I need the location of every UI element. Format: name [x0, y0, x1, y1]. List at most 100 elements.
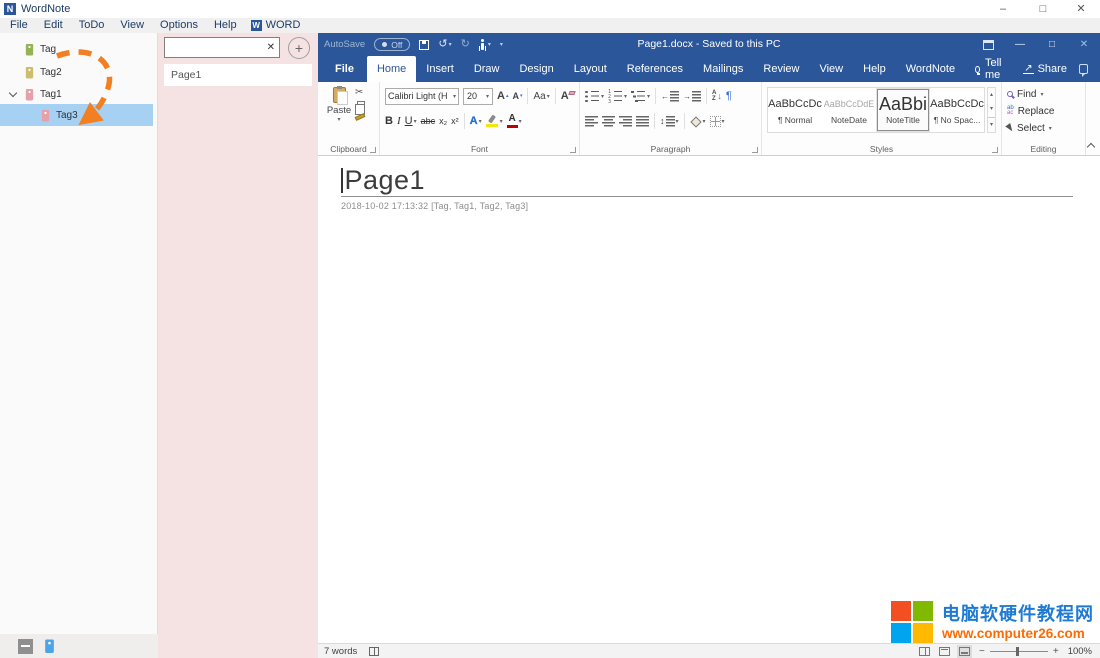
share-button[interactable]: ↗ Share	[1015, 63, 1075, 75]
increase-indent-button[interactable]: →	[683, 91, 701, 102]
tag-tree-item-tag1[interactable]: Tag1	[0, 83, 153, 105]
document-canvas[interactable]: Page1 2018-10-02 17:13:32 [Tag, Tag1, Ta…	[318, 157, 1100, 643]
cut-icon[interactable]: ✂	[355, 88, 365, 98]
zoom-out-button[interactable]: −	[979, 646, 985, 657]
subscript-button[interactable]: x₂	[439, 116, 447, 126]
tab-draw[interactable]: Draw	[464, 56, 510, 82]
menu-word[interactable]: W WORD	[245, 18, 307, 33]
multilevel-list-button[interactable]: ▾	[631, 90, 650, 102]
menu-file[interactable]: File	[2, 18, 36, 33]
superscript-button[interactable]: x²	[451, 116, 459, 126]
highlight-button[interactable]: ▾	[486, 115, 503, 127]
menu-edit[interactable]: Edit	[36, 18, 71, 33]
tab-layout[interactable]: Layout	[564, 56, 617, 82]
zoom-in-button[interactable]: +	[1053, 646, 1059, 657]
ribbon-display-options-icon[interactable]	[983, 40, 994, 50]
app-maximize-button[interactable]: □	[1030, 1, 1056, 17]
font-dialog-launcher-icon[interactable]	[570, 147, 576, 153]
add-page-button[interactable]: +	[288, 37, 310, 59]
replace-button[interactable]: abac Replace	[1007, 104, 1080, 118]
clear-formatting-button[interactable]: A	[561, 90, 569, 102]
style-notetitle-selected[interactable]: AaBbi NoteTitle	[877, 89, 929, 131]
align-left-button[interactable]	[585, 116, 598, 127]
expand-chevron-icon[interactable]	[9, 88, 17, 96]
line-spacing-button[interactable]: ↕▾	[660, 116, 679, 127]
search-box[interactable]: ✕	[164, 37, 280, 58]
comments-icon[interactable]	[1079, 64, 1088, 74]
menu-view[interactable]: View	[112, 18, 152, 33]
tell-me-box[interactable]: Tell me	[965, 57, 1015, 81]
touch-mode-caret-icon[interactable]: ▾	[488, 41, 491, 48]
save-icon[interactable]	[419, 40, 429, 50]
read-mode-icon[interactable]	[919, 647, 930, 656]
change-case-button[interactable]: Aa▾	[533, 91, 549, 102]
app-minimize-button[interactable]: –	[990, 1, 1016, 17]
touch-mode-icon[interactable]	[479, 39, 487, 50]
paste-button[interactable]: Paste ▾	[323, 86, 355, 141]
bold-button[interactable]: B	[385, 115, 393, 127]
tab-view[interactable]: View	[809, 56, 853, 82]
clipboard-dialog-launcher-icon[interactable]	[370, 147, 376, 153]
document-heading[interactable]: Page1	[345, 165, 426, 195]
copy-icon[interactable]	[357, 101, 365, 110]
style-normal[interactable]: AaBbCcDc ¶ Normal	[769, 89, 821, 131]
note-meta-line[interactable]: 2018-10-02 17:13:32 [Tag, Tag1, Tag2, Ta…	[341, 201, 1100, 211]
tag-tree-item-tag[interactable]: Tag	[0, 38, 153, 60]
style-nospacing[interactable]: AaBbCcDc ¶ No Spac...	[931, 89, 983, 131]
collapse-ribbon-icon[interactable]	[1087, 143, 1095, 151]
align-center-button[interactable]	[602, 116, 615, 127]
redo-icon[interactable]: ↻	[461, 39, 470, 50]
select-button[interactable]: Select ▾	[1007, 121, 1080, 135]
search-clear-icon[interactable]: ✕	[263, 42, 279, 53]
customize-qat-caret-icon[interactable]: ▾	[500, 41, 503, 48]
tab-wordnote[interactable]: WordNote	[896, 56, 965, 82]
bullets-button[interactable]: ▾	[585, 90, 604, 102]
zoom-slider-track[interactable]	[990, 651, 1048, 652]
tag-tree-item-tag3-selected[interactable]: Tag3	[0, 104, 153, 126]
remove-tag-button[interactable]	[18, 639, 33, 654]
align-right-button[interactable]	[619, 116, 632, 127]
tab-design[interactable]: Design	[509, 56, 563, 82]
page-list-item[interactable]: Page1	[164, 64, 312, 86]
styles-dialog-launcher-icon[interactable]	[992, 147, 998, 153]
tab-mailings[interactable]: Mailings	[693, 56, 753, 82]
tab-file[interactable]: File	[322, 56, 367, 82]
undo-dropdown-caret-icon[interactable]: ▾	[449, 41, 452, 48]
menu-options[interactable]: Options	[152, 18, 206, 33]
shrink-font-button[interactable]: A▾	[512, 90, 522, 102]
show-paragraph-marks-button[interactable]: ¶	[726, 90, 732, 102]
tab-insert[interactable]: Insert	[416, 56, 464, 82]
web-layout-icon[interactable]	[959, 647, 970, 656]
word-maximize-button[interactable]: □	[1036, 39, 1068, 50]
italic-button[interactable]: I	[397, 115, 401, 127]
tag-tree-item-tag2[interactable]: Tag2	[0, 61, 153, 83]
tab-references[interactable]: References	[617, 56, 693, 82]
undo-icon[interactable]: ↺	[438, 39, 447, 50]
borders-button[interactable]: ▾	[710, 116, 725, 127]
print-layout-icon[interactable]	[939, 647, 950, 656]
style-notedate[interactable]: AaBbCcDdE NoteDate	[823, 89, 875, 131]
app-close-button[interactable]: ✕	[1068, 1, 1094, 17]
tab-review[interactable]: Review	[753, 56, 809, 82]
menu-todo[interactable]: ToDo	[71, 18, 113, 33]
autosave-toggle[interactable]: Off	[374, 38, 410, 51]
add-tag-icon[interactable]	[43, 638, 56, 654]
strikethrough-button[interactable]: abc	[421, 116, 436, 126]
styles-scroll-up-icon[interactable]: ▴	[988, 88, 995, 102]
styles-more-icon[interactable]: ▾	[988, 117, 995, 132]
proofing-icon[interactable]	[369, 647, 379, 656]
grow-font-button[interactable]: A▴	[497, 90, 508, 102]
styles-scroll-down-icon[interactable]: ▾	[988, 102, 995, 116]
sort-button[interactable]: AZ↓	[712, 90, 722, 102]
zoom-slider-thumb[interactable]	[1016, 647, 1020, 656]
zoom-percentage[interactable]: 100%	[1068, 646, 1092, 657]
word-close-button[interactable]: ✕	[1068, 39, 1100, 50]
font-name-combobox[interactable]: Calibri Light (H▾	[385, 88, 459, 105]
find-button[interactable]: Find ▾	[1007, 87, 1080, 101]
underline-button[interactable]: U▾	[405, 115, 417, 127]
numbering-button[interactable]: 1 2 3▾	[608, 90, 627, 102]
decrease-indent-button[interactable]: ←	[661, 91, 679, 102]
word-count[interactable]: 7 words	[324, 646, 357, 657]
word-minimize-button[interactable]: —	[1004, 39, 1036, 50]
menu-help[interactable]: Help	[206, 18, 245, 33]
